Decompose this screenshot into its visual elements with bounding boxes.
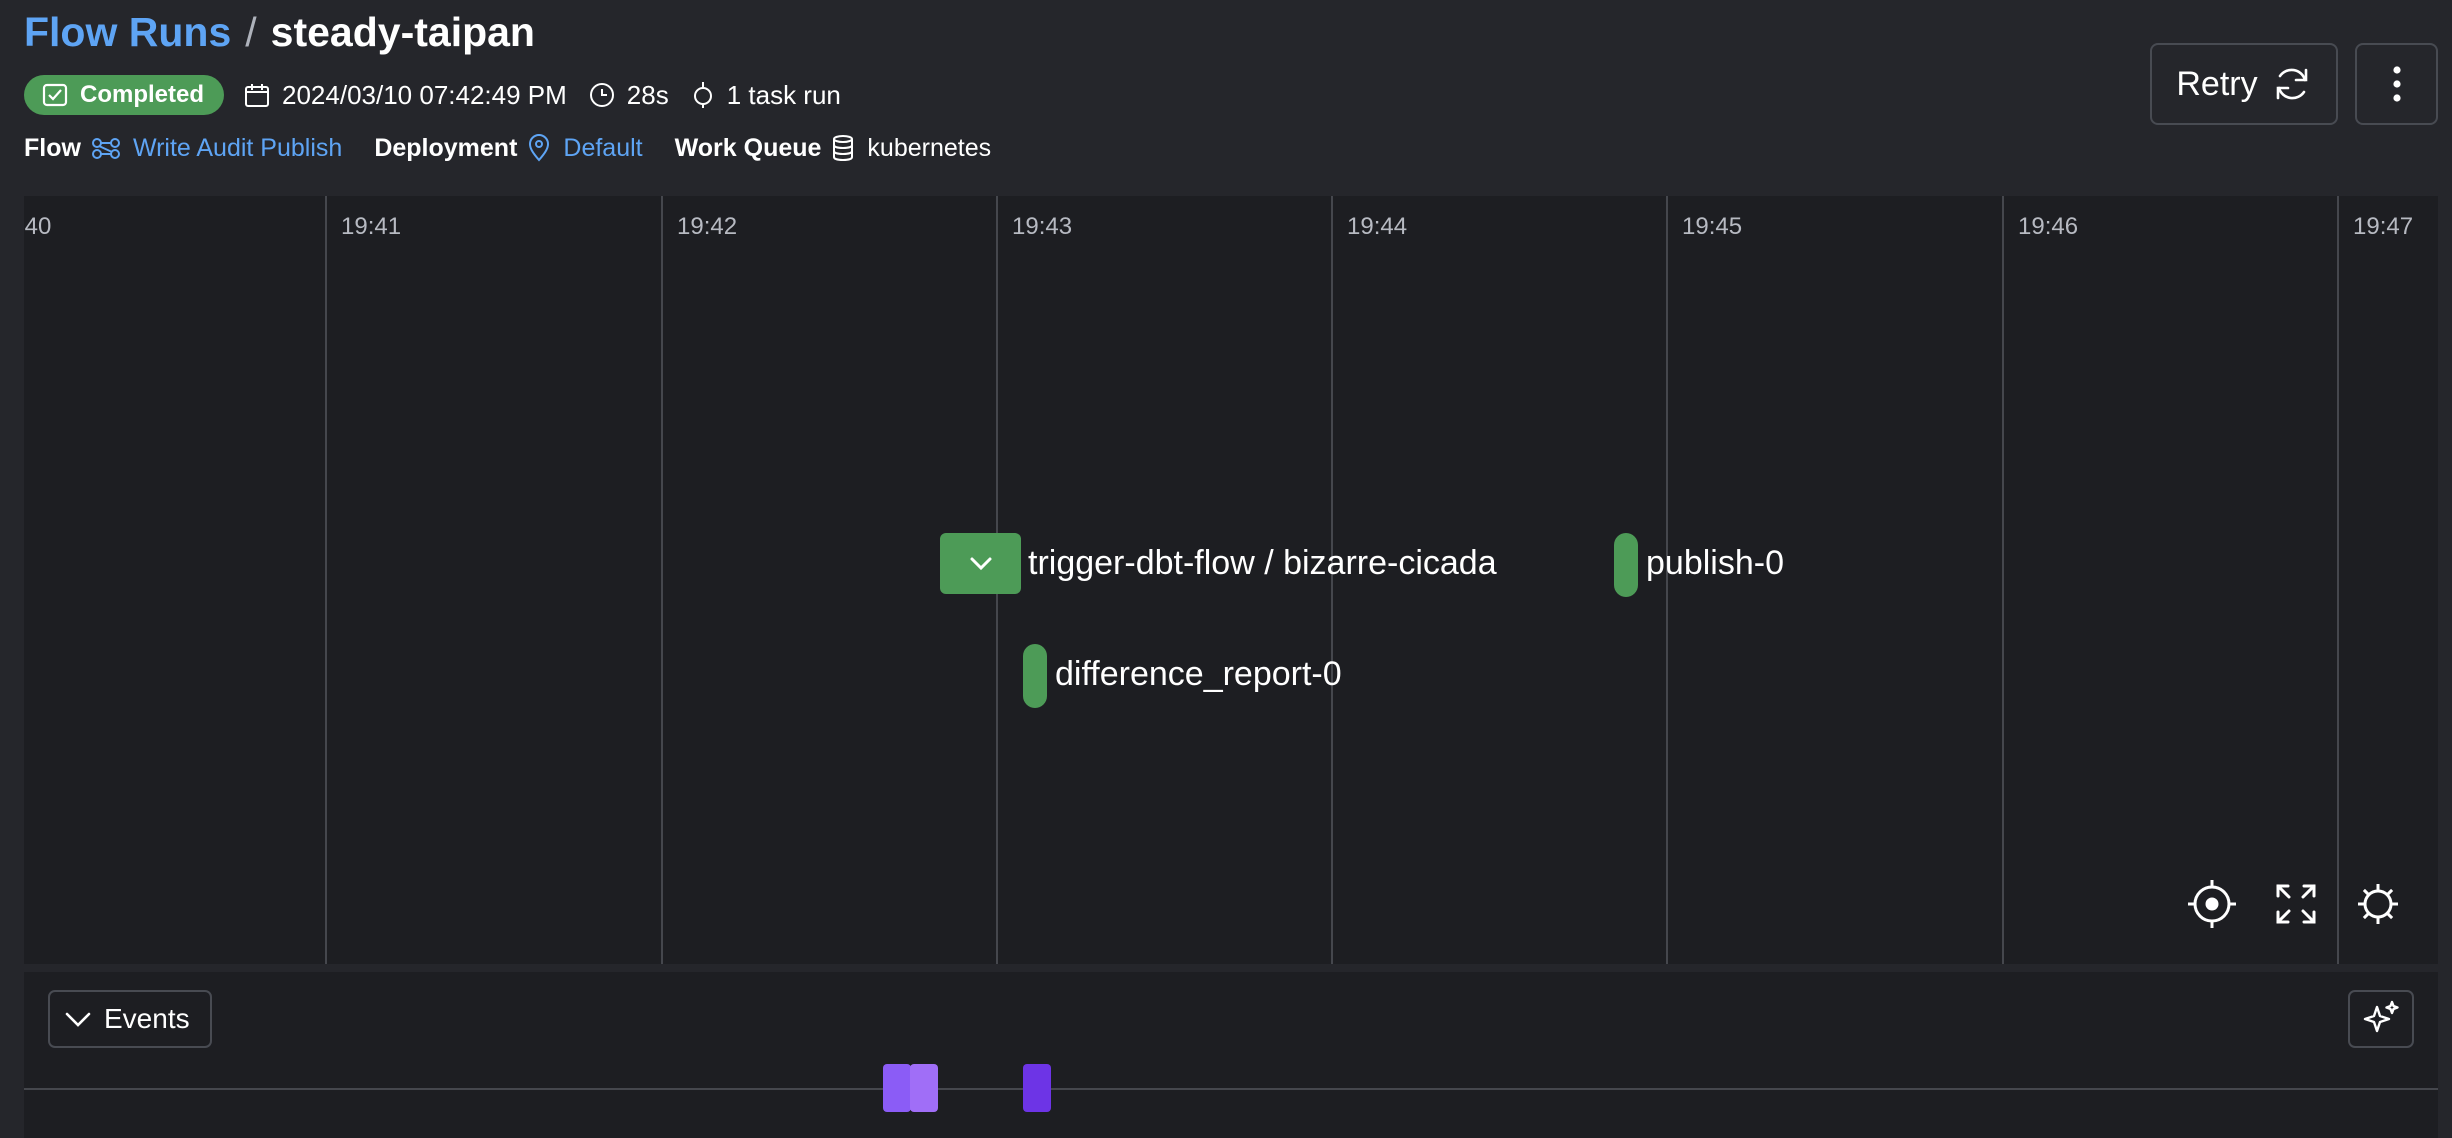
- breadcrumb-flow-runs-link[interactable]: Flow Runs: [24, 9, 231, 56]
- events-axis: [24, 1088, 2438, 1090]
- event-marker[interactable]: [883, 1064, 911, 1112]
- publish-task-node[interactable]: [1614, 533, 1638, 597]
- time-tick: 19:43: [1012, 213, 1073, 240]
- chevron-down-icon: [970, 557, 991, 570]
- gridline: [2337, 196, 2339, 964]
- retry-label: Retry: [2176, 64, 2258, 103]
- task-run-count-value: 1 task run: [726, 79, 841, 110]
- time-tick: 19:44: [1347, 213, 1408, 240]
- gridline: [2002, 196, 2004, 964]
- fullscreen-button[interactable]: [2268, 876, 2324, 932]
- events-toggle-button[interactable]: Events: [48, 990, 212, 1048]
- more-actions-button[interactable]: [2355, 43, 2438, 125]
- work-queue-label: Work Queue: [674, 133, 822, 162]
- ai-sparkle-button[interactable]: [2348, 990, 2414, 1048]
- flow-icon: [91, 138, 120, 159]
- deployment-name: Default: [563, 133, 643, 162]
- flow-link[interactable]: Write Audit Publish: [91, 134, 342, 163]
- status-badge: Completed: [24, 75, 225, 115]
- run-meta-row: Completed 2024/03/10 07:42:49 PM 28s 1 t…: [24, 74, 863, 116]
- publish-task-label[interactable]: publish-0: [1646, 543, 1784, 583]
- expand-icon: [2276, 884, 2316, 924]
- time-tick: 19:41: [341, 213, 402, 240]
- chevron-down-icon: [65, 1012, 91, 1027]
- events-toggle-label: Events: [104, 1003, 190, 1034]
- event-marker[interactable]: [910, 1064, 938, 1112]
- location-pin-icon: [529, 134, 550, 162]
- deployment-label: Deployment: [374, 133, 518, 162]
- calendar-icon: [245, 84, 270, 107]
- duration-value: 28s: [626, 79, 669, 110]
- breadcrumb: Flow Runs / steady-taipan: [24, 2, 535, 62]
- flow-name: Write Audit Publish: [132, 133, 343, 162]
- database-icon: [833, 135, 854, 162]
- flow-label: Flow: [24, 133, 81, 162]
- difference-report-task-node[interactable]: [1023, 644, 1047, 708]
- kebab-menu-icon: [2392, 66, 2401, 102]
- run-info-row: Flow Write Audit Publish Deployment Defa…: [24, 128, 991, 168]
- left-gutter: [0, 196, 24, 1138]
- time-tick: :40: [24, 213, 52, 240]
- refresh-icon: [2276, 68, 2307, 100]
- retry-button[interactable]: Retry: [2150, 43, 2338, 125]
- task-run-icon: [693, 82, 712, 108]
- timeline-settings-button[interactable]: [2350, 876, 2406, 932]
- status-label: Completed: [80, 81, 205, 108]
- work-queue-name: kubernetes: [867, 133, 992, 162]
- clock-icon: [589, 83, 614, 107]
- subflow-expand-button[interactable]: [940, 533, 1021, 594]
- time-tick: 19:47: [2353, 213, 2414, 240]
- task-run-count: 1 task run: [691, 80, 841, 111]
- subflow-node-label[interactable]: trigger-dbt-flow / bizarre-cicada: [1028, 543, 1497, 583]
- flow-run-timeline[interactable]: :40 19:41 19:42 19:43 19:44 19:45 19:46 …: [24, 196, 2438, 964]
- sparkle-icon: [2363, 1000, 2399, 1033]
- gridline: [325, 196, 327, 964]
- gridline: [661, 196, 663, 964]
- events-panel: Events: [24, 972, 2438, 1138]
- deployment-link[interactable]: Default: [527, 133, 643, 163]
- work-queue[interactable]: kubernetes: [831, 134, 991, 163]
- page-header: Flow Runs / steady-taipan Completed 2024…: [0, 0, 2452, 195]
- time-tick: 19:45: [1682, 213, 1743, 240]
- start-time-value: 2024/03/10 07:42:49 PM: [282, 79, 567, 110]
- start-time: 2024/03/10 07:42:49 PM: [244, 80, 567, 111]
- time-tick: 19:42: [677, 213, 738, 240]
- breadcrumb-separator: /: [245, 8, 257, 55]
- crosshair-icon: [2188, 880, 2236, 928]
- time-tick: 19:46: [2018, 213, 2079, 240]
- check-square-icon: [42, 83, 68, 107]
- recenter-button[interactable]: [2184, 876, 2240, 932]
- duration: 28s: [589, 80, 669, 111]
- event-marker[interactable]: [1023, 1064, 1051, 1112]
- gear-icon: [2358, 884, 2398, 924]
- page-title: steady-taipan: [270, 8, 535, 55]
- difference-report-task-label[interactable]: difference_report-0: [1055, 654, 1342, 694]
